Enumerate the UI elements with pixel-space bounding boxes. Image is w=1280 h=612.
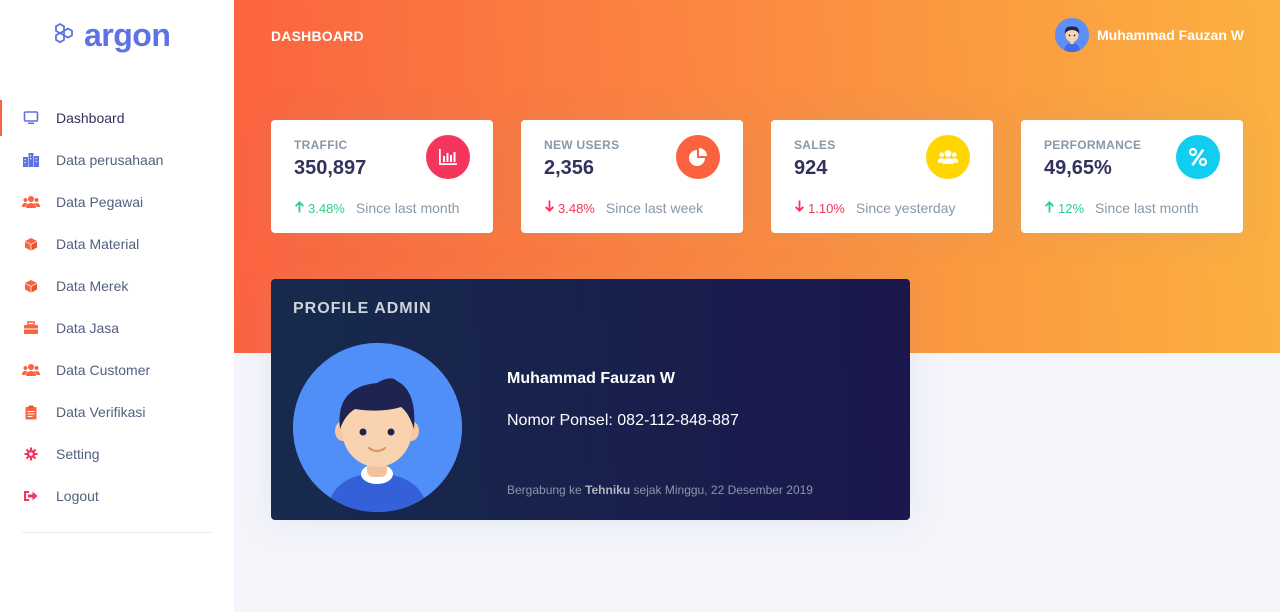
avatar [293,343,462,512]
profile-joined-text: Bergabung ke Tehniku sejak Minggu, 22 De… [507,483,813,497]
clipboard-icon [22,403,40,421]
stat-delta: 12% [1044,200,1084,216]
stat-card-sales: SALES 924 1.10% Since yesterday [771,120,993,233]
cube-icon [22,277,40,295]
stat-delta-value: 1.10% [808,200,845,216]
bar-chart-icon [426,135,470,179]
sidebar-item-label: Data perusahaan [56,152,164,168]
stat-since: Since last month [1095,200,1199,216]
stat-title: SALES [794,138,836,152]
sidebar-item-label: Dashboard [56,110,125,126]
stat-footer: 12% Since last month [1044,200,1199,216]
stat-delta: 3.48% [294,200,345,216]
sidebar-item-label: Data Jasa [56,320,120,336]
stat-delta: 1.10% [794,200,845,216]
stat-title: TRAFFIC [294,138,348,152]
sidebar-item-label: Data Verifikasi [56,404,146,420]
percent-icon [1176,135,1220,179]
sidebar-item-label: Data Customer [56,362,151,378]
gear-icon [22,445,40,463]
profile-phone: Nomor Ponsel: 082-112-848-887 [507,412,739,429]
stat-value: 924 [794,157,828,179]
cube-icon [22,235,40,253]
sidebar-item-label: Data Merek [56,278,129,294]
sidebar-item-data-customer[interactable]: Data Customer [0,349,234,391]
sidebar-item-label: Data Material [56,236,140,252]
stat-since: Since last month [355,200,460,216]
stat-delta: 3.48% [544,200,595,216]
page-title: DASHBOARD [271,28,364,44]
sidebar-item-dashboard[interactable]: Dashboard [0,97,234,139]
pie-chart-icon [676,135,720,179]
stat-delta-value: 12% [1058,200,1085,216]
stat-value: 49,65% [1044,157,1112,179]
joined-company: Tehniku [585,483,631,497]
profile-heading: PROFILE ADMIN [293,300,432,317]
arrow-down-icon [794,200,805,216]
sidebar-item-data-verifikasi[interactable]: Data Verifikasi [0,391,234,433]
users-icon [22,361,40,379]
stat-since: Since last week [605,200,704,216]
stat-footer: 3.48% Since last week [544,200,703,216]
brand-logo[interactable]: argon [52,16,171,54]
sidebar-item-label: Data Pegawai [56,194,144,210]
monitor-icon [22,109,40,127]
stat-footer: 1.10% Since yesterday [794,200,955,216]
arrow-down-icon [544,200,555,216]
users-icon [926,135,970,179]
users-icon [22,193,40,211]
stat-card-performance: PERFORMANCE 49,65% 12% Since last month [1021,120,1243,233]
sidebar-item-data-merek[interactable]: Data Merek [0,265,234,307]
sidebar-item-data-pegawai[interactable]: Data Pegawai [0,181,234,223]
sidebar-item-logout[interactable]: Logout [0,475,234,517]
arrow-up-icon [294,200,305,216]
avatar [1054,18,1089,52]
sidebar-item-setting[interactable]: Setting [0,433,234,475]
user-name: Muhammad Fauzan W [1096,27,1244,43]
joined-prefix: Bergabung ke [507,483,586,497]
profile-name: Muhammad Fauzan W [507,370,676,387]
stat-delta-value: 3.48% [308,200,345,216]
stat-delta-value: 3.48% [558,200,595,216]
sidebar-divider [22,532,212,533]
stat-value: 350,897 [294,157,367,179]
stat-title: NEW USERS [544,138,620,152]
sidebar-nav: Dashboard Data perusahaan Data Pegawai D… [0,97,234,517]
stat-title: PERFORMANCE [1044,138,1142,152]
hexagons-logo-icon [52,21,76,50]
stat-footer: 3.48% Since last month [294,200,459,216]
sidebar: argon Dashboard Data perusahaan Data Peg… [0,0,234,612]
logout-icon [22,487,40,505]
sidebar-item-data-perusahaan[interactable]: Data perusahaan [0,139,234,181]
profile-admin-card: PROFILE ADMIN Muhammad Fauzan W Nomor Po… [271,279,910,520]
sidebar-item-label: Setting [56,446,100,462]
sidebar-item-data-material[interactable]: Data Material [0,223,234,265]
stat-value: 2,356 [544,157,595,179]
joined-suffix: sejak Minggu, 22 Desember 2019 [630,483,813,497]
briefcase-icon [22,319,40,337]
user-menu[interactable]: Muhammad Fauzan W [1054,18,1244,52]
arrow-up-icon [1044,200,1055,216]
building-icon [22,151,40,169]
stat-since: Since yesterday [855,200,956,216]
stat-card-traffic: TRAFFIC 350,897 3.48% Since last month [271,120,493,233]
sidebar-item-data-jasa[interactable]: Data Jasa [0,307,234,349]
sidebar-item-label: Logout [56,488,99,504]
stat-card-new-users: NEW USERS 2,356 3.48% Since last week [521,120,743,233]
brand-name: argon [84,17,171,53]
